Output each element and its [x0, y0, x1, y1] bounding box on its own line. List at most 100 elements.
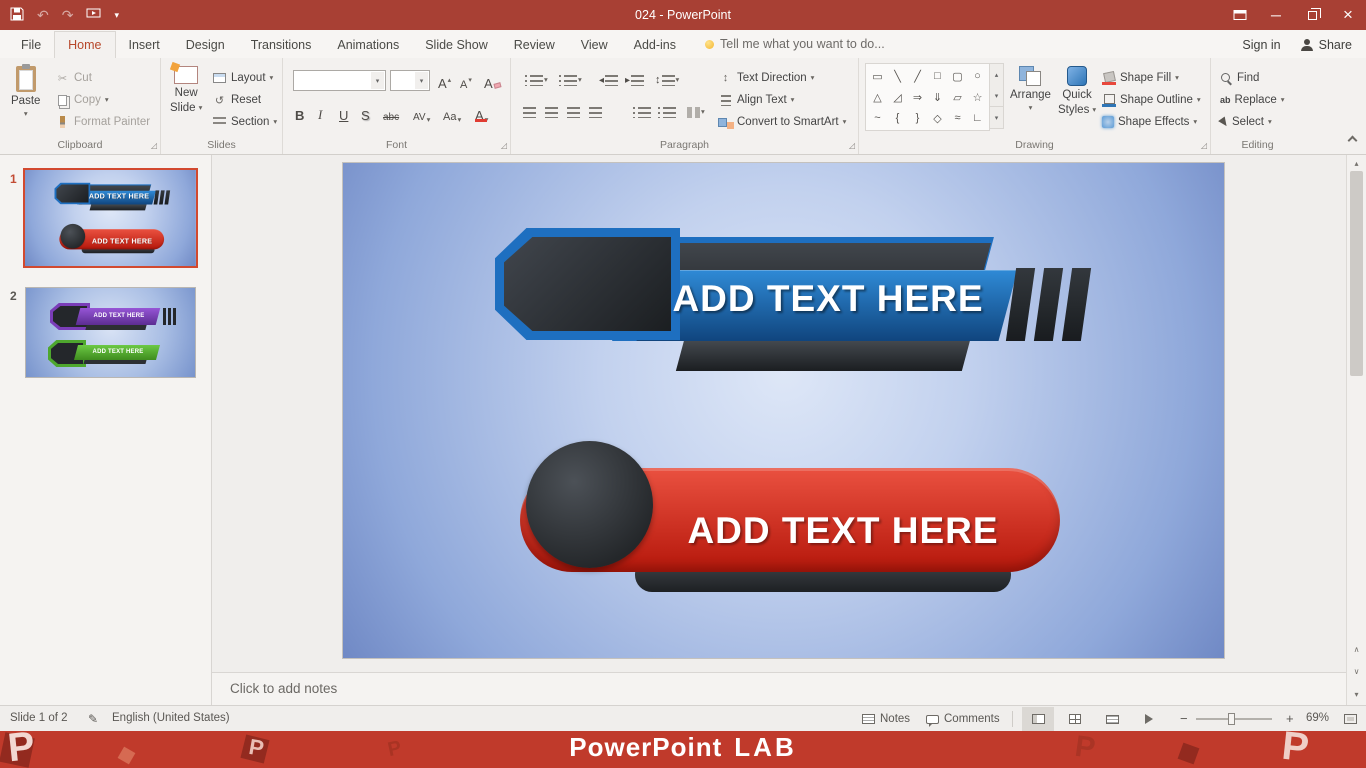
decrease-font-size-button[interactable]: A ▾	[456, 69, 476, 91]
bottom-banner-text[interactable]: ADD TEXT HERE	[673, 511, 1013, 551]
shape-effects-button[interactable]: Shape Effects ▾	[1099, 111, 1204, 133]
shape-option[interactable]: △	[868, 87, 887, 107]
decrease-indent-button[interactable]: ◂	[595, 69, 622, 91]
font-name-select[interactable]: ▾	[293, 70, 386, 91]
shape-option[interactable]: ⇓	[928, 87, 947, 107]
tab-home[interactable]: Home	[54, 31, 116, 58]
reset-button[interactable]: ↺ Reset	[209, 89, 280, 111]
tab-file[interactable]: File	[8, 32, 54, 58]
clipboard-dialog-launcher[interactable]: ◿	[151, 141, 157, 150]
ribbon-display-options-button[interactable]	[1222, 0, 1258, 30]
gallery-scroll-down-button[interactable]: ▾	[990, 85, 1003, 106]
text-direction-button[interactable]: ↕ Text Direction ▾	[715, 67, 849, 89]
language-status[interactable]: English (United States)	[112, 712, 230, 724]
shape-option[interactable]: }	[908, 108, 927, 128]
find-button[interactable]: Find	[1217, 67, 1287, 89]
top-banner-bar[interactable]	[1033, 268, 1064, 341]
rtl-text-button[interactable]	[654, 101, 680, 123]
tab-design[interactable]: Design	[173, 32, 238, 58]
close-button[interactable]: ×	[1330, 0, 1366, 30]
bullets-button[interactable]: ▾	[521, 69, 552, 91]
paragraph-dialog-launcher[interactable]: ◿	[849, 141, 855, 150]
bottom-banner-circle[interactable]	[526, 441, 653, 568]
shape-option[interactable]: ☆	[968, 87, 987, 107]
numbering-button[interactable]: ▾	[555, 69, 586, 91]
format-painter-button[interactable]: Format Painter	[52, 111, 153, 133]
start-slideshow-button[interactable]	[86, 7, 101, 23]
shape-option[interactable]: ∟	[968, 108, 987, 128]
collapse-ribbon-button[interactable]	[1347, 133, 1358, 147]
shape-outline-button[interactable]: Shape Outline ▾	[1099, 89, 1204, 111]
share-button[interactable]: Share	[1300, 38, 1352, 52]
top-banner-hexagon[interactable]	[495, 228, 680, 340]
minimize-button[interactable]: ─	[1258, 0, 1294, 30]
scroll-up-button[interactable]: ▴	[1347, 159, 1366, 168]
bold-button[interactable]: B	[291, 101, 308, 123]
paste-button[interactable]: Paste ▾	[6, 63, 45, 121]
shape-option[interactable]: {	[888, 108, 907, 128]
cut-button[interactable]: ✂ Cut	[52, 67, 153, 89]
top-banner-bar[interactable]	[1061, 268, 1092, 341]
new-slide-button[interactable]: New Slide ▾	[165, 63, 207, 117]
slide-thumbnail-2[interactable]: ADD TEXT HERE ADD TEXT HERE	[25, 287, 196, 378]
change-case-button[interactable]: Aa ▾	[439, 101, 465, 123]
tab-add-ins[interactable]: Add-ins	[621, 32, 689, 58]
layout-button[interactable]: Layout ▾	[209, 67, 280, 89]
increase-font-size-button[interactable]: A ▴	[434, 69, 455, 91]
shape-option[interactable]: ◿	[888, 87, 907, 107]
top-banner-text[interactable]: ADD TEXT HERE	[668, 279, 988, 319]
tab-review[interactable]: Review	[501, 32, 568, 58]
zoom-slider-thumb[interactable]	[1228, 713, 1235, 725]
columns-button[interactable]: ▾	[683, 101, 709, 123]
notes-pane[interactable]: Click to add notes	[212, 672, 1346, 705]
vertical-scrollbar[interactable]: ▴ ∧ ∨ ▾	[1346, 155, 1366, 705]
spell-check-icon[interactable]: ✎	[88, 712, 98, 726]
comments-toggle-button[interactable]: Comments	[922, 709, 1004, 729]
align-left-button[interactable]	[519, 101, 540, 123]
shape-fill-button[interactable]: Shape Fill ▾	[1099, 67, 1204, 89]
shape-option[interactable]: ╲	[888, 66, 907, 86]
scroll-down-button[interactable]: ▾	[1347, 690, 1366, 699]
redo-button[interactable]: ↷	[62, 7, 74, 24]
increase-indent-button[interactable]: ▸	[621, 69, 648, 91]
zoom-out-button[interactable]: −	[1180, 711, 1188, 726]
italic-button[interactable]: I	[314, 101, 326, 123]
convert-to-smartart-button[interactable]: Convert to SmartArt ▾	[715, 111, 849, 133]
shape-option[interactable]: ○	[968, 66, 987, 86]
shape-option[interactable]: ~	[868, 108, 887, 128]
gallery-scroll-up-button[interactable]: ▴	[990, 64, 1003, 85]
align-text-button[interactable]: Align Text ▾	[715, 89, 849, 111]
tab-view[interactable]: View	[568, 32, 621, 58]
zoom-slider[interactable]	[1196, 713, 1272, 725]
strikethrough-button[interactable]: abc	[379, 101, 403, 123]
shape-option[interactable]: ▱	[948, 87, 967, 107]
slide-thumbnail-1[interactable]: ADD TEXT HERE ADD TEXT HERE	[23, 168, 198, 268]
line-spacing-button[interactable]: ↕ ▾	[651, 69, 683, 91]
save-button[interactable]	[10, 7, 24, 24]
font-dialog-launcher[interactable]: ◿	[501, 141, 507, 150]
tell-me-box[interactable]: Tell me what you want to do...	[705, 37, 885, 58]
scrollbar-thumb[interactable]	[1350, 171, 1363, 376]
undo-button[interactable]: ↶	[37, 7, 49, 24]
character-spacing-button[interactable]: AV ▾	[409, 101, 434, 123]
previous-slide-button[interactable]: ∧	[1347, 645, 1366, 654]
justify-button[interactable]	[585, 101, 606, 123]
tab-animations[interactable]: Animations	[324, 32, 412, 58]
shape-option[interactable]: ╱	[908, 66, 927, 86]
align-center-button[interactable]	[541, 101, 562, 123]
font-size-select[interactable]: ▾	[390, 70, 430, 91]
reading-view-button[interactable]	[1096, 707, 1128, 731]
drawing-dialog-launcher[interactable]: ◿	[1201, 141, 1207, 150]
notes-toggle-button[interactable]: Notes	[858, 709, 914, 729]
notes-placeholder[interactable]: Click to add notes	[230, 681, 337, 696]
slide-canvas[interactable]: ADD TEXT HERE ADD TEXT HERE	[343, 163, 1224, 658]
shape-option[interactable]: ⇒	[908, 87, 927, 107]
top-banner-strip[interactable]	[675, 340, 971, 371]
gallery-more-button[interactable]: ▾	[990, 106, 1003, 128]
shape-option[interactable]: ▭	[868, 66, 887, 86]
shape-option[interactable]: ◇	[928, 108, 947, 128]
fit-slide-to-window-button[interactable]	[1344, 714, 1357, 724]
slide-sorter-view-button[interactable]	[1059, 707, 1091, 731]
customize-qat-button[interactable]: ▾	[114, 10, 119, 21]
tab-slide-show[interactable]: Slide Show	[412, 32, 501, 58]
